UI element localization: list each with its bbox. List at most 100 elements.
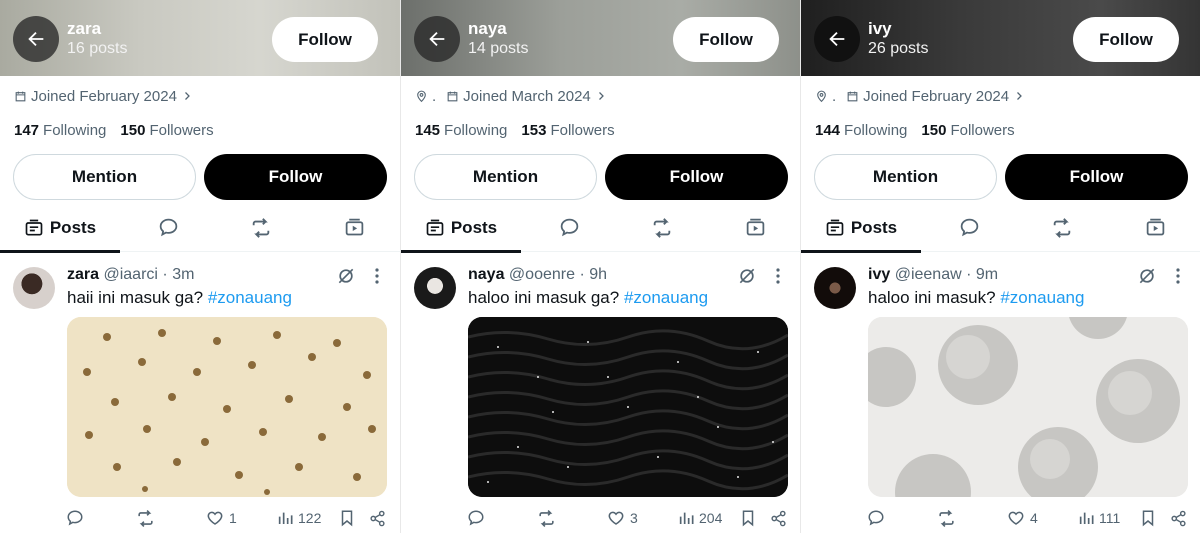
tab-posts-label: Posts bbox=[850, 217, 898, 237]
repost-button[interactable] bbox=[937, 507, 961, 529]
repost-button[interactable] bbox=[537, 507, 561, 529]
post-body: haloo ini masuk ga? bbox=[468, 288, 624, 307]
mention-button[interactable]: Mention bbox=[814, 154, 997, 200]
repost-button[interactable] bbox=[136, 507, 160, 529]
post-hashtag[interactable]: #zonauang bbox=[1000, 288, 1084, 307]
post-time[interactable]: · 3m bbox=[162, 266, 194, 283]
avatar[interactable] bbox=[814, 267, 856, 309]
following-count[interactable]: 144 bbox=[815, 122, 840, 139]
post-time[interactable]: · 9h bbox=[579, 266, 607, 283]
repost-icon bbox=[539, 509, 554, 527]
tab-reposts[interactable] bbox=[637, 204, 687, 251]
tab-posts[interactable]: Posts bbox=[0, 204, 120, 253]
followers-count[interactable]: 153 bbox=[521, 122, 546, 139]
mention-button[interactable]: Mention bbox=[414, 154, 597, 200]
tab-media[interactable] bbox=[730, 204, 780, 251]
bookmark-button[interactable] bbox=[740, 507, 756, 529]
tab-replies[interactable] bbox=[944, 204, 994, 251]
reply-button[interactable] bbox=[867, 507, 890, 529]
post[interactable]: naya @ooenre · 9h haloo ini masuk ga? #z… bbox=[401, 262, 800, 533]
following-label[interactable]: Following bbox=[43, 122, 106, 139]
grok-icon[interactable] bbox=[1137, 266, 1157, 286]
post-author-name[interactable]: ivy bbox=[868, 266, 890, 283]
post-media-image[interactable] bbox=[67, 317, 387, 497]
post-media-image[interactable] bbox=[868, 317, 1188, 497]
reply-button[interactable] bbox=[467, 507, 490, 529]
bookmark-button[interactable] bbox=[339, 507, 355, 529]
header-follow-button[interactable]: Follow bbox=[1073, 17, 1179, 62]
post-author-name[interactable]: naya bbox=[468, 266, 504, 283]
grok-icon[interactable] bbox=[336, 266, 356, 286]
post-hashtag[interactable]: #zonauang bbox=[624, 288, 708, 307]
followers-label[interactable]: Followers bbox=[950, 122, 1014, 139]
tab-posts[interactable]: Posts bbox=[801, 204, 921, 253]
post[interactable]: ivy @ieenaw · 9m haloo ini masuk? #zonau… bbox=[801, 262, 1200, 533]
mention-button[interactable]: Mention bbox=[13, 154, 196, 200]
follow-counts: 145 Following 153 Followers bbox=[415, 122, 615, 139]
tab-posts[interactable]: Posts bbox=[401, 204, 521, 253]
more-icon[interactable] bbox=[370, 266, 384, 286]
following-label[interactable]: Following bbox=[844, 122, 907, 139]
post-author-handle[interactable]: @ieenaw bbox=[895, 266, 962, 283]
view-count: 111 bbox=[1099, 510, 1121, 526]
like-button[interactable]: 4 bbox=[1007, 507, 1038, 529]
followers-label[interactable]: Followers bbox=[550, 122, 614, 139]
post-author-handle[interactable]: @iaarci bbox=[103, 266, 157, 283]
followers-label[interactable]: Followers bbox=[149, 122, 213, 139]
reply-button[interactable] bbox=[66, 507, 89, 529]
post-time[interactable]: · 9m bbox=[966, 266, 998, 283]
header-follow-button[interactable]: Follow bbox=[673, 17, 779, 62]
follow-button[interactable]: Follow bbox=[1005, 154, 1188, 200]
tab-reposts[interactable] bbox=[1037, 204, 1087, 251]
avatar[interactable] bbox=[414, 267, 456, 309]
post-author-handle[interactable]: @ooenre bbox=[509, 266, 575, 283]
followers-count[interactable]: 150 bbox=[120, 122, 145, 139]
tab-media[interactable] bbox=[329, 204, 379, 251]
following-count[interactable]: 147 bbox=[14, 122, 39, 139]
views-button[interactable]: 122 bbox=[277, 507, 321, 529]
post-author-name[interactable]: zara bbox=[67, 266, 99, 283]
tab-media[interactable] bbox=[1130, 204, 1180, 251]
profile-meta: . Joined February 2024 bbox=[815, 86, 1025, 106]
like-button[interactable]: 1 bbox=[206, 507, 237, 529]
more-icon[interactable] bbox=[1171, 266, 1185, 286]
views-button[interactable]: 111 bbox=[1078, 507, 1120, 529]
followers-count[interactable]: 150 bbox=[921, 122, 946, 139]
media-icon bbox=[345, 218, 363, 236]
chevron-right-icon[interactable] bbox=[1013, 90, 1025, 102]
view-count: 204 bbox=[699, 510, 723, 526]
like-button[interactable]: 3 bbox=[607, 507, 638, 529]
like-icon bbox=[1008, 511, 1024, 525]
back-button[interactable] bbox=[414, 16, 460, 62]
following-count[interactable]: 145 bbox=[415, 122, 440, 139]
chevron-right-icon[interactable] bbox=[181, 90, 193, 102]
share-button[interactable] bbox=[369, 507, 386, 529]
grok-icon[interactable] bbox=[737, 266, 757, 286]
replies-icon bbox=[159, 218, 177, 237]
follow-button[interactable]: Follow bbox=[204, 154, 387, 200]
share-button[interactable] bbox=[770, 507, 787, 529]
post-hashtag[interactable]: #zonauang bbox=[208, 288, 292, 307]
tab-replies[interactable] bbox=[544, 204, 594, 251]
back-button[interactable] bbox=[814, 16, 860, 62]
view-count: 122 bbox=[298, 510, 322, 526]
post-header: ivy @ieenaw · 9m bbox=[868, 266, 998, 284]
avatar[interactable] bbox=[13, 267, 55, 309]
views-button[interactable]: 204 bbox=[678, 507, 722, 529]
tab-replies[interactable] bbox=[143, 204, 193, 251]
post-actions: 4 111 bbox=[801, 507, 1200, 531]
following-label[interactable]: Following bbox=[444, 122, 507, 139]
chevron-right-icon[interactable] bbox=[595, 90, 607, 102]
header-name: naya bbox=[468, 19, 507, 38]
follow-button[interactable]: Follow bbox=[605, 154, 788, 200]
calendar-icon bbox=[15, 91, 26, 101]
post-media-image[interactable] bbox=[468, 317, 788, 497]
back-button[interactable] bbox=[13, 16, 59, 62]
tab-reposts[interactable] bbox=[236, 204, 286, 251]
post[interactable]: zara @iaarci · 3m haii ini masuk ga? #zo… bbox=[0, 262, 400, 533]
bookmark-button[interactable] bbox=[1140, 507, 1156, 529]
share-button[interactable] bbox=[1170, 507, 1187, 529]
profiles-collage: zara 16 posts Follow Joined February 202… bbox=[0, 0, 1200, 533]
more-icon[interactable] bbox=[771, 266, 785, 286]
header-follow-button[interactable]: Follow bbox=[272, 17, 378, 62]
